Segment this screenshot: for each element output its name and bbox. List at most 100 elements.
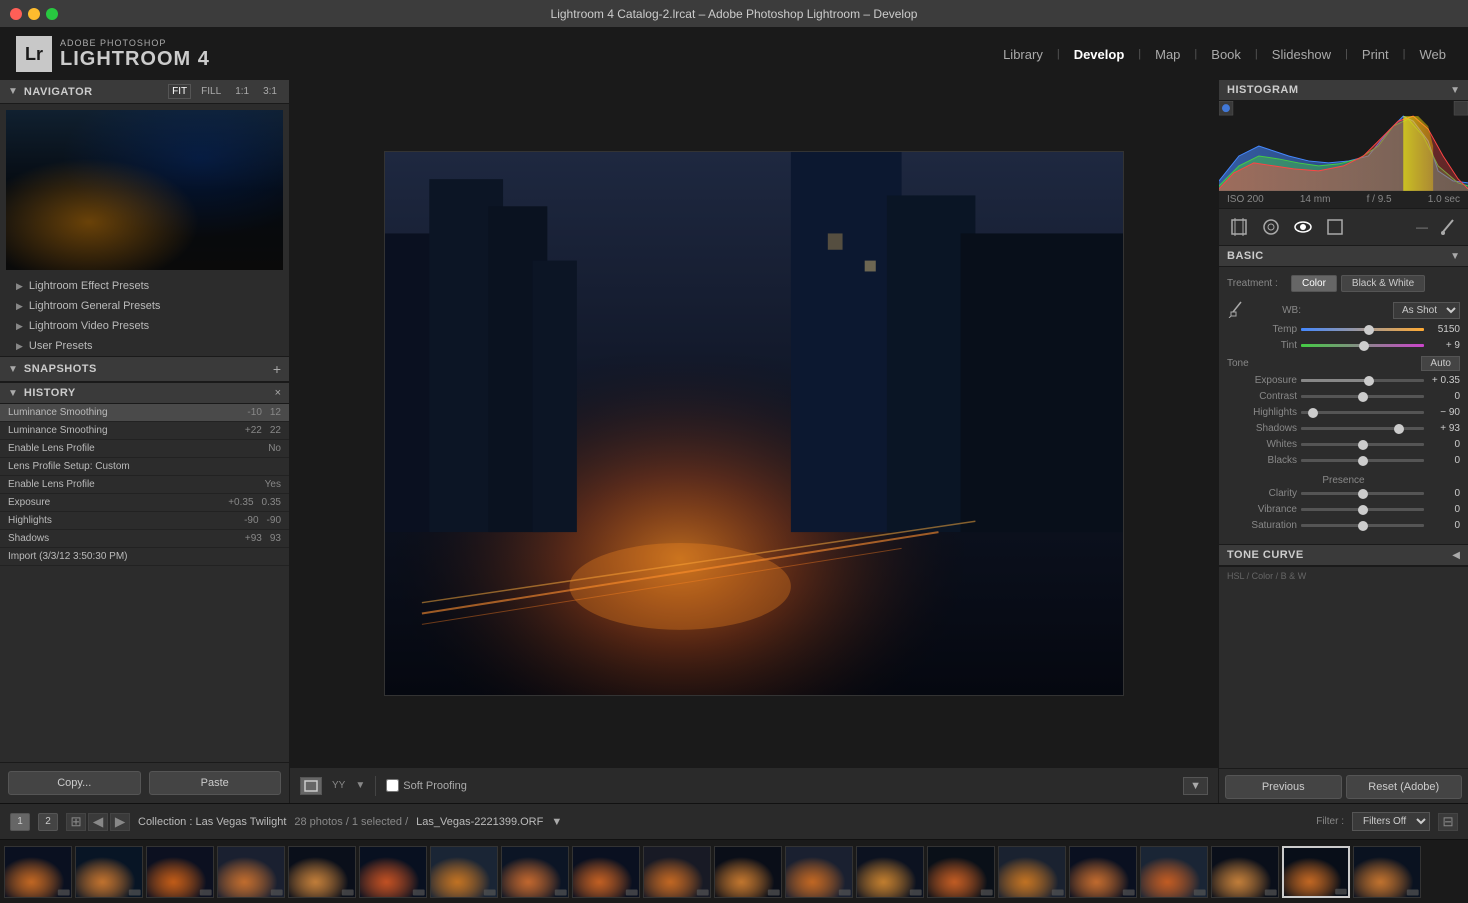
basic-header[interactable]: Basic ▼: [1219, 246, 1468, 267]
saturation-slider[interactable]: [1301, 524, 1424, 527]
preset-lightroom-effects[interactable]: ▶ Lightroom Effect Presets: [0, 276, 289, 296]
color-treatment-button[interactable]: Color: [1291, 275, 1337, 292]
history-item-7[interactable]: Shadows +93 93: [0, 530, 289, 548]
preset-lightroom-general[interactable]: ▶ Lightroom General Presets: [0, 296, 289, 316]
copy-button[interactable]: Copy...: [8, 771, 141, 795]
view-dropdown-arrow[interactable]: ▼: [355, 780, 365, 791]
prev-film-button[interactable]: ◀: [88, 813, 108, 831]
blacks-thumb[interactable]: [1358, 456, 1368, 466]
vibrance-thumb[interactable]: [1358, 505, 1368, 515]
filmstrip-thumb-14[interactable]: [998, 846, 1066, 898]
next-film-button[interactable]: ▶: [110, 813, 130, 831]
paste-button[interactable]: Paste: [149, 771, 282, 795]
nav-library[interactable]: Library: [997, 43, 1049, 66]
shadows-thumb[interactable]: [1394, 424, 1404, 434]
reset-button[interactable]: Reset (Adobe): [1346, 775, 1463, 799]
highlights-slider[interactable]: [1301, 411, 1424, 414]
close-history-button[interactable]: ×: [275, 387, 281, 399]
history-item-2[interactable]: Enable Lens Profile No: [0, 440, 289, 458]
filmstrip-thumb-19[interactable]: [1353, 846, 1421, 898]
nav-book[interactable]: Book: [1205, 43, 1247, 66]
soft-proofing-toggle[interactable]: Soft Proofing: [386, 779, 467, 792]
spot-removal-tool[interactable]: [1259, 215, 1283, 239]
filmstrip-thumb-3[interactable]: [217, 846, 285, 898]
vibrance-slider[interactable]: [1301, 508, 1424, 511]
tint-thumb[interactable]: [1359, 341, 1369, 351]
grid-view-button[interactable]: ⊞: [66, 813, 86, 831]
wb-dropdown[interactable]: As Shot Auto Daylight Cloudy Custom: [1393, 302, 1460, 319]
saturation-thumb[interactable]: [1358, 521, 1368, 531]
previous-button[interactable]: Previous: [1225, 775, 1342, 799]
nav-develop[interactable]: Develop: [1068, 43, 1131, 66]
filmstrip-thumb-11[interactable]: [785, 846, 853, 898]
1-1-btn[interactable]: 1:1: [231, 84, 253, 99]
contrast-thumb[interactable]: [1358, 392, 1368, 402]
history-item-0[interactable]: Luminance Smoothing -10 12: [0, 404, 289, 422]
history-header[interactable]: ▼ History ×: [0, 383, 289, 404]
nav-web[interactable]: Web: [1414, 43, 1453, 66]
filmstrip-thumb-9[interactable]: [643, 846, 711, 898]
fit-btn[interactable]: FIT: [168, 84, 191, 99]
filmstrip-thumb-10[interactable]: [714, 846, 782, 898]
graduated-filter-tool[interactable]: [1323, 215, 1347, 239]
nav-map[interactable]: Map: [1149, 43, 1186, 66]
soft-proof-checkbox[interactable]: [386, 779, 399, 792]
filmstrip-thumb-15[interactable]: [1069, 846, 1137, 898]
shadows-slider[interactable]: [1301, 427, 1424, 430]
close-button[interactable]: [10, 8, 22, 20]
blacks-slider[interactable]: [1301, 459, 1424, 462]
page-1-button[interactable]: 1: [10, 813, 30, 831]
temp-slider[interactable]: [1301, 328, 1424, 331]
history-item-4[interactable]: Enable Lens Profile Yes: [0, 476, 289, 494]
history-item-6[interactable]: Highlights -90 -90: [0, 512, 289, 530]
filmstrip-thumb-6[interactable]: [430, 846, 498, 898]
filmstrip-thumb-8[interactable]: [572, 846, 640, 898]
3-1-btn[interactable]: 3:1: [259, 84, 281, 99]
navigator-header[interactable]: ▼ Navigator FIT FILL 1:1 3:1: [0, 80, 289, 104]
nav-slideshow[interactable]: Slideshow: [1266, 43, 1337, 66]
history-item-8[interactable]: Import (3/3/12 3:50:30 PM): [0, 548, 289, 566]
filename-dropdown-arrow[interactable]: ▼: [551, 816, 562, 828]
filmstrip-more-button[interactable]: ⊟: [1438, 813, 1458, 831]
filmstrip-thumb-7[interactable]: [501, 846, 569, 898]
view-loupe-button[interactable]: [300, 777, 322, 795]
histogram-header[interactable]: Histogram ▼: [1219, 80, 1468, 101]
contrast-slider[interactable]: [1301, 395, 1424, 398]
add-snapshot-button[interactable]: +: [273, 361, 281, 377]
clarity-slider[interactable]: [1301, 492, 1424, 495]
filmstrip-thumb-13[interactable]: [927, 846, 995, 898]
filmstrip-thumb-5[interactable]: [359, 846, 427, 898]
history-item-3[interactable]: Lens Profile Setup: Custom: [0, 458, 289, 476]
filmstrip-thumb-2[interactable]: [146, 846, 214, 898]
brush-tool[interactable]: [1436, 215, 1460, 239]
whites-slider[interactable]: [1301, 443, 1424, 446]
filmstrip-thumb-12[interactable]: [856, 846, 924, 898]
filmstrip-thumb-16[interactable]: [1140, 846, 1208, 898]
filmstrip-filename[interactable]: Las_Vegas-2221399.ORF: [416, 816, 543, 828]
history-item-5[interactable]: Exposure +0.35 0.35: [0, 494, 289, 512]
crop-tool[interactable]: [1227, 215, 1251, 239]
maximize-button[interactable]: [46, 8, 58, 20]
history-item-1[interactable]: Luminance Smoothing +22 22: [0, 422, 289, 440]
preset-lightroom-video[interactable]: ▶ Lightroom Video Presets: [0, 316, 289, 336]
nav-print[interactable]: Print: [1356, 43, 1395, 66]
whites-thumb[interactable]: [1358, 440, 1368, 450]
highlights-thumb[interactable]: [1308, 408, 1318, 418]
tone-curve-header[interactable]: Tone Curve ◀: [1219, 545, 1468, 566]
clarity-thumb[interactable]: [1358, 489, 1368, 499]
page-2-button[interactable]: 2: [38, 813, 58, 831]
filmstrip-thumb-1[interactable]: [75, 846, 143, 898]
filmstrip-thumb-0[interactable]: [4, 846, 72, 898]
fill-btn[interactable]: FILL: [197, 84, 225, 99]
bw-treatment-button[interactable]: Black & White: [1341, 275, 1425, 292]
red-eye-tool[interactable]: [1291, 215, 1315, 239]
toolbar-options-dropdown[interactable]: ▼: [1183, 777, 1208, 795]
eyedropper-tool[interactable]: [1227, 300, 1247, 320]
window-controls[interactable]: [10, 8, 58, 20]
temp-thumb[interactable]: [1364, 325, 1374, 335]
filter-dropdown[interactable]: Filters Off Flagged Rated: [1352, 812, 1430, 831]
filmstrip-thumb-18[interactable]: [1282, 846, 1350, 898]
filmstrip-thumb-17[interactable]: [1211, 846, 1279, 898]
exposure-slider[interactable]: [1301, 379, 1424, 382]
exposure-thumb[interactable]: [1364, 376, 1374, 386]
